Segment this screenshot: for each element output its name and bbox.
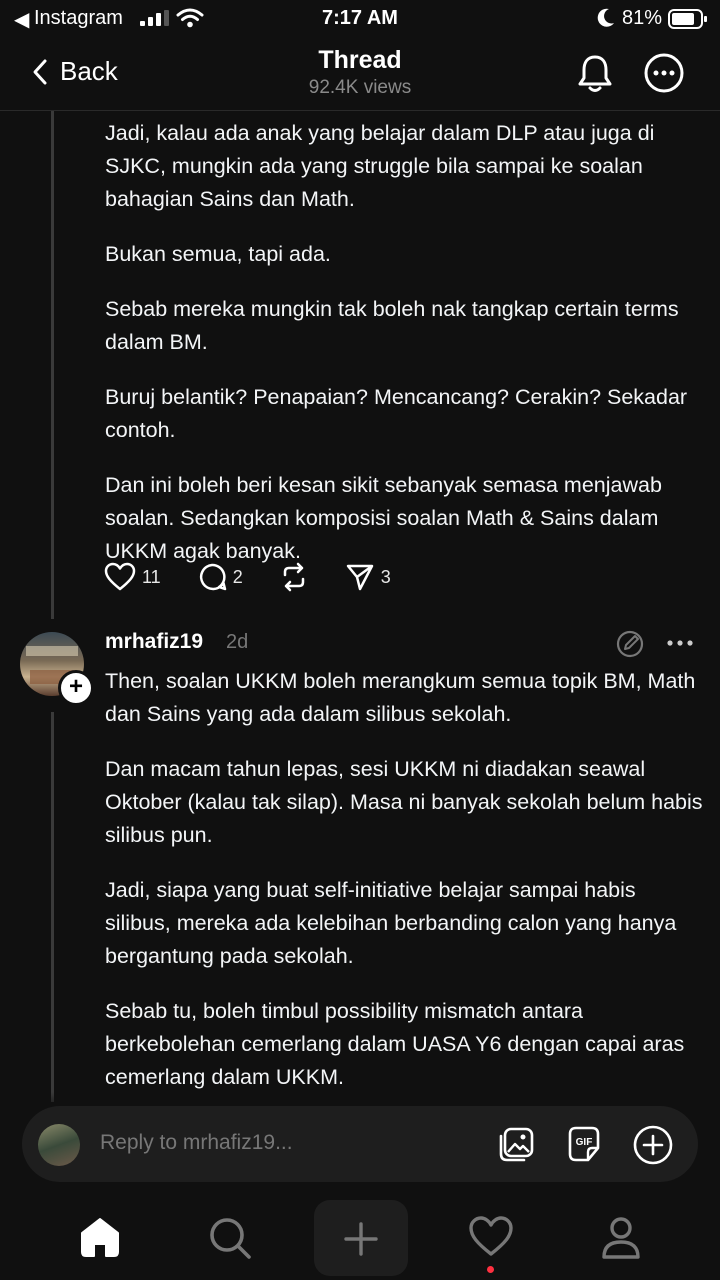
share-button[interactable]: 3 bbox=[345, 562, 391, 592]
current-user-avatar bbox=[38, 1124, 80, 1166]
gif-icon[interactable]: GIF bbox=[564, 1124, 604, 1164]
reply-post-body: Then, soalan UKKM boleh merangkum semua … bbox=[105, 665, 705, 1116]
post-paragraph: Then, soalan UKKM boleh merangkum semua … bbox=[105, 669, 696, 726]
post-paragraph: Dan ini boleh beri kesan sikit sebanyak … bbox=[105, 473, 662, 563]
post-paragraph: Bukan semua, tapi ada. bbox=[105, 242, 331, 266]
post-paragraph: Jadi, siapa yang buat self-initiative be… bbox=[105, 878, 677, 968]
post-paragraph: Sebab mereka mungkin tak boleh nak tangk… bbox=[105, 297, 679, 354]
image-attach-icon[interactable] bbox=[496, 1124, 536, 1164]
thread-line-bottom bbox=[51, 712, 54, 1102]
post-paragraph: Buruj belantik? Penapaian? Mencancang? C… bbox=[105, 385, 688, 442]
comment-count: 2 bbox=[232, 566, 243, 587]
battery-icon bbox=[668, 9, 707, 29]
send-icon bbox=[346, 564, 373, 591]
do-not-disturb-moon-icon bbox=[597, 8, 614, 27]
plus-icon bbox=[344, 1222, 378, 1256]
home-icon[interactable] bbox=[78, 1216, 122, 1258]
bell-icon[interactable] bbox=[574, 52, 616, 94]
activity-heart-icon[interactable] bbox=[468, 1216, 514, 1258]
comment-bubble-icon bbox=[199, 563, 226, 591]
edit-icon[interactable] bbox=[616, 630, 644, 658]
reply-input[interactable]: Reply to mrhafiz19... bbox=[100, 1131, 293, 1155]
more-options-icon[interactable] bbox=[643, 52, 685, 94]
repost-icon bbox=[283, 562, 304, 592]
share-count: 3 bbox=[380, 566, 391, 587]
battery-percentage: 81% bbox=[622, 7, 663, 29]
activity-notification-dot bbox=[487, 1266, 494, 1273]
search-icon[interactable] bbox=[208, 1216, 252, 1260]
add-circle-icon[interactable] bbox=[632, 1124, 674, 1166]
svg-text:GIF: GIF bbox=[576, 1137, 593, 1148]
post-timestamp: 2d bbox=[226, 631, 249, 653]
post-body: Jadi, kalau ada anak yang belajar dalam … bbox=[105, 117, 705, 590]
thread-header: Back Thread 92.4K views bbox=[0, 36, 720, 111]
heart-icon bbox=[104, 562, 136, 591]
like-button[interactable]: 11 bbox=[104, 562, 161, 592]
like-count: 11 bbox=[142, 566, 161, 587]
follow-plus-button[interactable]: + bbox=[58, 670, 94, 706]
status-bar: ◀ Instagram 7:17 AM 81% bbox=[0, 0, 720, 36]
post-paragraph: Jadi, kalau ada anak yang belajar dalam … bbox=[105, 121, 655, 211]
repost-button[interactable] bbox=[279, 562, 309, 592]
post-paragraph: Sebab tu, boleh timbul possibility misma… bbox=[105, 999, 685, 1089]
comment-button[interactable]: 2 bbox=[197, 562, 243, 592]
post-paragraph: Dan macam tahun lepas, sesi UKKM ni diad… bbox=[105, 757, 703, 847]
post-username[interactable]: mrhafiz19 bbox=[105, 630, 203, 654]
thread-line-top bbox=[51, 111, 54, 619]
more-dots-icon[interactable] bbox=[666, 638, 694, 648]
post-actions: 11 2 3 bbox=[104, 562, 427, 592]
profile-icon[interactable] bbox=[600, 1216, 642, 1260]
